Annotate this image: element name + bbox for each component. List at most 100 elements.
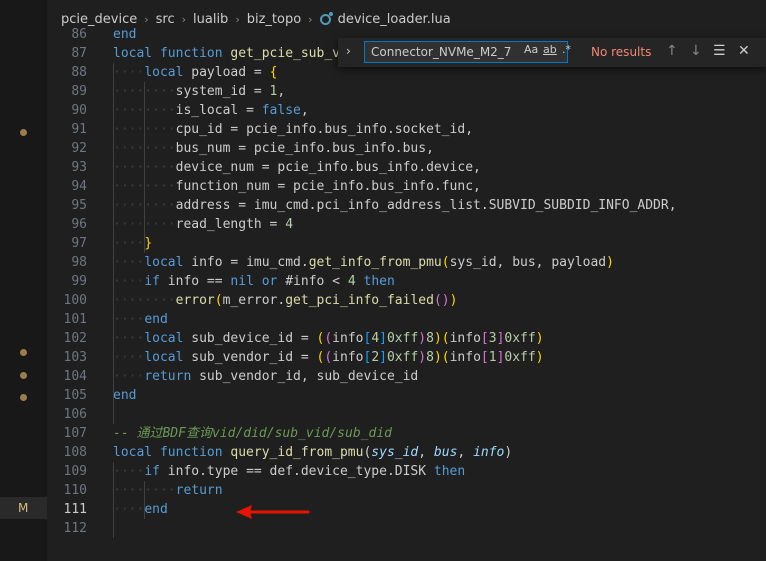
code-token: 4 [285, 217, 294, 232]
chevron-right-icon[interactable]: › [346, 44, 351, 58]
line-number: 98 [71, 255, 87, 270]
line-number: 112 [63, 521, 87, 536]
indent-guide [144, 82, 145, 253]
code-text: ········is_local = false, [113, 101, 309, 120]
code-token: ···· [113, 65, 145, 80]
line-number: 103 [63, 350, 87, 365]
code-line[interactable]: 99 ····if info == nil or #info < 4 then [47, 272, 766, 291]
code-line[interactable]: 108 local function query_id_from_pmu(sys_… [47, 443, 766, 462]
code-text: end [113, 386, 136, 405]
code-line[interactable]: 104 ····return sub_vendor_id, sub_device_… [47, 367, 766, 386]
code-line[interactable]: 112 [47, 519, 766, 538]
match-case-toggle[interactable]: Aa [524, 43, 538, 56]
code-token: ···· [113, 350, 145, 365]
code-line[interactable]: 100 ········error(m_error.get_pci_info_fa… [47, 291, 766, 310]
code-line[interactable]: 92 ········bus_num = pcie_info.bus_info.b… [47, 139, 766, 158]
code-token: [ [480, 331, 489, 346]
code-text: ········read_length = 4 [113, 215, 293, 234]
breadcrumb-separator: › [235, 12, 240, 26]
line-number: 100 [63, 293, 87, 308]
code-token: end [113, 388, 137, 403]
code-token: ···· [113, 331, 145, 346]
code-token: , [457, 445, 474, 460]
line-number: 101 [63, 312, 87, 327]
code-line[interactable]: 94 ········function_num = pcie_info.bus_i… [47, 177, 766, 196]
line-number: 86 [71, 27, 87, 42]
code-token: [ [480, 350, 489, 365]
breadcrumb-separator: › [308, 12, 313, 26]
code-token: system_id = [175, 84, 270, 99]
code-token: ) [433, 331, 442, 346]
regex-toggle[interactable]: .* [562, 43, 571, 56]
code-line[interactable]: 107 -- 通过BDF查询vid/did/sub_vid/sub_did [47, 424, 766, 443]
code-line[interactable]: 111 ····end [47, 500, 766, 519]
find-input-text: Connector_NVMe_M2_7 [371, 45, 512, 59]
code-line[interactable]: 91 ········cpu_id = pcie_info.bus_info.so… [47, 120, 766, 139]
code-line[interactable]: 95 ········address = imu_cmd.pci_info_add… [47, 196, 766, 215]
code-token: ( [214, 293, 223, 308]
code-line[interactable]: 97 ····} [47, 234, 766, 253]
code-line[interactable]: 93 ········device_num = pcie_info.bus_inf… [47, 158, 766, 177]
breadcrumb-separator: › [181, 12, 187, 26]
code-line[interactable]: 89 ········system_id = 1, [47, 82, 766, 101]
whole-word-toggle[interactable]: ab [543, 43, 557, 56]
code-token: 4 [347, 274, 356, 289]
line-number: 94 [71, 179, 87, 194]
line-number: 106 [63, 407, 87, 422]
code-token: , [277, 84, 286, 99]
find-status: No results [591, 45, 652, 59]
close-icon[interactable]: ✕ [738, 43, 750, 59]
code-text: ········return [113, 481, 223, 500]
arrow-down-icon[interactable]: ↓ [690, 43, 702, 59]
code-token: local function [113, 445, 231, 460]
code-line[interactable]: 109 ····if info.type == def.device_type.D… [47, 462, 766, 481]
code-line[interactable]: 105 end [47, 386, 766, 405]
code-token: ( [324, 331, 333, 346]
code-line[interactable]: 90 ········is_local = false, [47, 101, 766, 120]
code-line[interactable]: 98 ····local info = imu_cmd.get_info_from… [47, 253, 766, 272]
code-text: ····if info == nil or #info < 4 then [113, 272, 395, 291]
code-token: end [113, 27, 137, 42]
line-number: 97 [71, 236, 87, 251]
code-token: info [332, 350, 364, 365]
code-token: query_id_from_pmu [230, 445, 364, 460]
code-line[interactable]: 102 ····local sub_device_id = ((info[4]0x… [47, 329, 766, 348]
code-token: device_num = pcie_info.bus_info.device, [175, 160, 481, 175]
code-token: sub_device_id = [191, 331, 317, 346]
code-line[interactable]: 106 [47, 405, 766, 424]
code-token: , [418, 445, 434, 460]
line-number: 109 [63, 464, 87, 479]
code-line[interactable]: 110 ········return [47, 481, 766, 500]
code-token: error [175, 293, 215, 308]
code-token: ] [379, 350, 387, 365]
code-token: { [269, 65, 278, 80]
line-number: 90 [71, 103, 87, 118]
find-in-selection-icon[interactable]: ☰ [713, 43, 726, 59]
code-token: 3 [488, 331, 497, 346]
code-text: ········device_num = pcie_info.bus_info.… [113, 158, 481, 177]
line-number: 111 [63, 502, 87, 517]
line-number: 88 [71, 65, 87, 80]
code-token: ) [606, 255, 614, 270]
code-token: ···· [113, 255, 145, 270]
code-token: 2 [371, 350, 380, 365]
code-line[interactable]: 96 ········read_length = 4 [47, 215, 766, 234]
code-line[interactable]: 101 ····end [47, 310, 766, 329]
code-token: ···· [113, 312, 145, 327]
indent-guide [113, 462, 114, 538]
change-marker [20, 372, 27, 379]
annotation-arrow [236, 505, 310, 519]
find-widget: › Connector_NVMe_M2_7 Aa ab .* No result… [338, 38, 766, 67]
code-token: info [449, 331, 481, 346]
code-token: ) [504, 445, 513, 460]
code-token: read_length = [175, 217, 286, 232]
code-token: return [175, 483, 223, 498]
code-text: ····local sub_vendor_id = ((info[2]0xff)… [113, 348, 544, 367]
lua-file-icon [319, 11, 333, 25]
code-text: ····local payload = { [113, 63, 277, 82]
code-token: if [144, 274, 168, 289]
code-token: 0xff [386, 350, 419, 365]
arrow-up-icon[interactable]: ↑ [666, 43, 678, 59]
code-token: false [261, 103, 301, 118]
code-line[interactable]: 103 ····local sub_vendor_id = ((info[2]0x… [47, 348, 766, 367]
